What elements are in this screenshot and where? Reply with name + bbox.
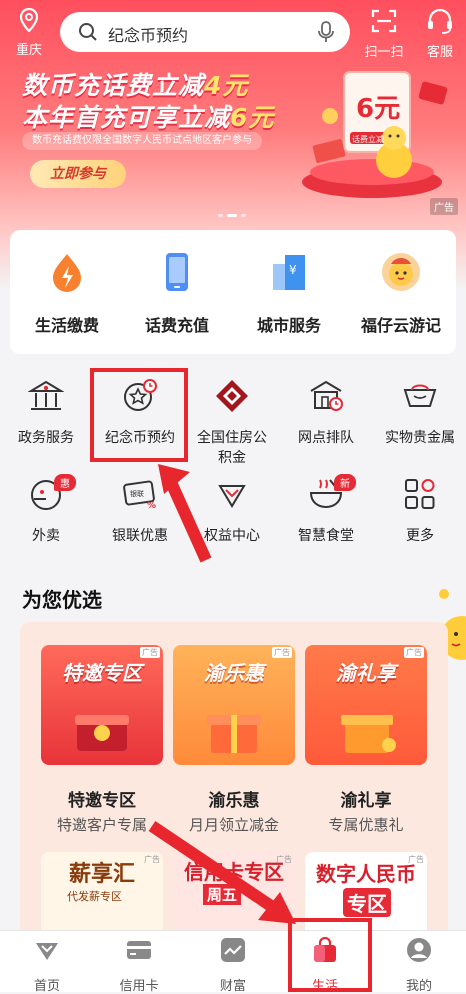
- banner-illustration: 6元 话费立减: [290, 64, 450, 204]
- recommend-name: 特邀专区: [68, 791, 136, 811]
- service-label: 城市服务: [256, 316, 321, 335]
- top-bar: 重庆 纪念币预约 扫一扫 客服: [0, 0, 466, 62]
- phone-icon: [166, 253, 188, 291]
- service-label: 福仔云游记: [360, 316, 441, 335]
- service-phone-recharge[interactable]: 话费充值: [122, 252, 232, 336]
- ad-tag: 广告: [140, 647, 160, 658]
- more-grid-icon: [405, 479, 435, 509]
- banner-note: 数币充话费仅限全国数字人民币试点地区客户参与: [22, 132, 262, 150]
- gold-ingot-icon: [403, 384, 437, 407]
- banner-card-amount: 6元: [356, 94, 401, 124]
- recommend-tile-yulixiang[interactable]: 渝礼享 广告: [305, 645, 427, 765]
- bottom-tab-bar: 首页 信用卡 财富 生活 我的: [0, 930, 466, 994]
- scan-button[interactable]: 扫一扫: [362, 8, 406, 60]
- tab-label: 我的: [405, 979, 432, 994]
- grid-label: 更多: [406, 528, 434, 544]
- tab-wealth[interactable]: 财富: [198, 937, 268, 994]
- service-label: 话费充值: [144, 316, 209, 335]
- section-title: 为您优选: [22, 588, 102, 612]
- location-label: 重庆: [15, 43, 42, 58]
- housing-fund-icon: [216, 380, 248, 412]
- recommend-subtitle: 专属优惠礼: [328, 816, 404, 834]
- annotation-arrow-down: [148, 821, 296, 924]
- tab-label: 财富: [219, 979, 246, 994]
- ad-tag: 广告: [272, 647, 292, 658]
- grid-label: 智慧食堂: [298, 528, 354, 544]
- grid-government-services[interactable]: 政务服务: [0, 378, 92, 448]
- highlight-box: [90, 368, 188, 462]
- discount-badge: 惠: [54, 474, 76, 491]
- grid-label: 外卖: [32, 528, 60, 544]
- grid-label: 政务服务: [18, 430, 74, 446]
- location-pin-icon: [19, 7, 39, 33]
- mascot-icon: [382, 253, 420, 291]
- tab-home[interactable]: 首页: [12, 937, 82, 994]
- tab-credit-card[interactable]: 信用卡: [104, 937, 174, 994]
- service-living-payment[interactable]: 生活缴费: [12, 252, 122, 336]
- recommend-name: 渝礼享: [340, 791, 392, 811]
- city-building-icon: ¥: [273, 255, 305, 290]
- annotation-arrow-up: [158, 464, 212, 563]
- recommend-name: 渝乐惠: [208, 791, 260, 811]
- grid-takeout[interactable]: 惠 外卖: [0, 474, 92, 546]
- location-selector[interactable]: 重庆: [8, 7, 50, 58]
- search-input[interactable]: 纪念币预约: [108, 22, 188, 46]
- credit-card-icon: [127, 941, 151, 959]
- search-icon: [79, 23, 97, 41]
- grid-precious-metals[interactable]: 实物贵金属: [374, 378, 466, 448]
- banner-headline-1: 数币充话费立减4元: [22, 71, 249, 100]
- grid-branch-queue[interactable]: 网点排队: [280, 378, 372, 448]
- new-badge: 新: [334, 474, 356, 491]
- banner-pagination: [216, 202, 248, 221]
- ad-tag: 广告: [430, 198, 458, 215]
- grid-smart-canteen[interactable]: 新 智慧食堂: [280, 474, 372, 546]
- grid-more[interactable]: 更多: [374, 476, 466, 546]
- microphone-icon[interactable]: [318, 21, 334, 43]
- branch-queue-icon: [310, 380, 343, 411]
- recommend-tile-yulehui[interactable]: 渝乐惠 广告: [173, 645, 295, 765]
- tab-label: 信用卡: [119, 979, 159, 994]
- highlight-box-tab: [288, 918, 372, 992]
- grid-label: 实物贵金属: [385, 430, 455, 446]
- lightning-icon: [53, 254, 81, 292]
- service-label: 生活缴费: [34, 316, 99, 335]
- tab-label: 首页: [33, 979, 60, 994]
- government-icon: [27, 380, 65, 410]
- tab-mine[interactable]: 我的: [384, 937, 454, 994]
- banner-card-tag: 话费立减: [352, 135, 384, 144]
- customer-service-button[interactable]: 客服: [418, 8, 462, 60]
- user-icon: [407, 938, 431, 962]
- service-city[interactable]: ¥ 城市服务: [234, 252, 344, 336]
- service-fuzai-journey[interactable]: 福仔云游记: [346, 252, 456, 336]
- service-label: 客服: [426, 45, 453, 60]
- grid-label: 网点排队: [298, 430, 354, 446]
- svg-text:¥: ¥: [289, 263, 297, 277]
- ad-tag: 广告: [404, 647, 424, 658]
- scan-icon: [371, 9, 397, 33]
- search-bar[interactable]: 纪念币预约: [60, 12, 350, 52]
- join-now-button[interactable]: 立即参与: [30, 160, 126, 188]
- wealth-chart-icon: [221, 938, 245, 962]
- main-services-card: 生活缴费 话费充值 ¥ 城市服务 福仔云游记: [10, 230, 456, 354]
- recommend-tile-salary[interactable]: 薪享汇 代发薪专区 广告: [41, 852, 163, 942]
- svg-text:银联: 银联: [130, 489, 144, 498]
- banner-headline-2: 本年首充可享立减6元: [22, 103, 275, 132]
- recommend-tile-vip[interactable]: 特邀专区 广告: [41, 645, 163, 765]
- scan-label: 扫一扫: [364, 45, 404, 60]
- headset-icon: [428, 8, 452, 34]
- grid-housing-fund[interactable]: 全国住房公 积金: [186, 378, 278, 468]
- home-diamond-icon: [36, 943, 58, 960]
